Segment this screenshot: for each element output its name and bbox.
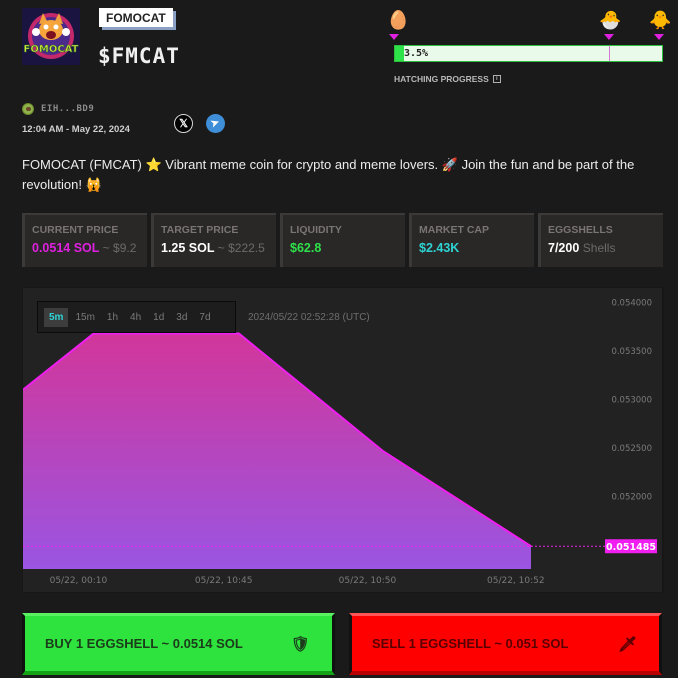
stat-value: 0.0514 SOL ~ $9.2 xyxy=(32,241,137,255)
creator-avatar-icon xyxy=(22,103,34,115)
y-tick-label: 0.054000 xyxy=(611,299,652,309)
timeframe-15m[interactable]: 15m xyxy=(70,308,99,327)
created-timestamp: 12:04 AM - May 22, 2024 xyxy=(22,124,130,135)
y-tick-label: 0.052000 xyxy=(611,492,652,502)
egg-stage-icon: 🥚 xyxy=(387,10,410,30)
hatching-progress-text: 3.5% xyxy=(404,48,429,59)
timeframe-1d[interactable]: 1d xyxy=(148,308,169,327)
x-link-button[interactable]: 𝕏 xyxy=(174,114,193,133)
stat-label: MARKET CAP xyxy=(419,224,489,236)
stat-value: $2.43K xyxy=(419,241,460,255)
buy-eggshell-button[interactable]: BUY 1 EGGSHELL ~ 0.0514 SOL 🛡 xyxy=(22,613,335,675)
stat-label: LIQUIDITY xyxy=(290,224,342,236)
stat-target-price: TARGET PRICE 1.25 SOL ~ $222.5 xyxy=(151,213,276,267)
stat-market-cap: MARKET CAP $2.43K xyxy=(409,213,534,267)
token-logo: FOMOCAT xyxy=(22,8,80,65)
hatching-stage-marker xyxy=(604,34,614,40)
price-chart[interactable]: 0.051485 0.054000 0.053500 0.053000 0.052500… xyxy=(23,288,664,594)
price-chart-panel: 0.051485 0.054000 0.053500 0.053000 0.052500… xyxy=(22,287,664,594)
stats-row: CURRENT PRICE 0.0514 SOL ~ $9.2 TARGET P… xyxy=(22,213,663,267)
y-tick-label: 0.053500 xyxy=(611,347,652,357)
x-tick-label: 05/22, 10:50 xyxy=(339,576,397,586)
hatching-stage-divider xyxy=(609,46,610,61)
chick-stage-marker xyxy=(654,34,664,40)
y-tick-label: 0.052500 xyxy=(611,444,652,454)
token-ticker: $FMCAT xyxy=(98,44,180,68)
shield-icon: 🛡 xyxy=(290,635,310,653)
timeframe-5m[interactable]: 5m xyxy=(44,307,69,327)
x-tick-label: 05/22, 00:10 xyxy=(50,576,108,586)
stat-value: 7/200 Shells xyxy=(548,241,616,255)
stat-label: TARGET PRICE xyxy=(161,224,239,236)
creator-info[interactable]: EIH...BD9 xyxy=(22,103,94,115)
stat-label: CURRENT PRICE xyxy=(32,224,119,236)
x-logo-icon: 𝕏 xyxy=(179,118,188,130)
timeframe-4h[interactable]: 4h xyxy=(125,308,146,327)
token-name-badge: FOMOCAT xyxy=(99,8,173,27)
token-description: FOMOCAT (FMCAT) ⭐ Vibrant meme coin for … xyxy=(22,157,635,192)
hatching-progress-fill xyxy=(395,46,405,61)
chart-timestamp: 2024/05/22 02:52:28 (UTC) xyxy=(248,312,370,323)
hatching-progress-bar: 3.5% xyxy=(394,45,663,62)
last-price-label: 0.051485 xyxy=(606,542,656,553)
chick-stage-icon: 🐥 xyxy=(649,10,672,30)
logo-text: FOMOCAT xyxy=(24,44,79,55)
cat-logo-icon: FOMOCAT xyxy=(22,8,80,65)
egg-stage-marker xyxy=(389,34,399,40)
info-icon[interactable]: i xyxy=(492,75,501,83)
stat-value: $62.8 xyxy=(290,241,322,255)
x-tick-label: 05/22, 10:52 xyxy=(487,576,545,586)
stat-current-price: CURRENT PRICE 0.0514 SOL ~ $9.2 xyxy=(22,213,147,267)
sell-button-label: SELL 1 EGGSHELL ~ 0.051 SOL xyxy=(372,636,569,651)
buy-button-label: BUY 1 EGGSHELL ~ 0.0514 SOL xyxy=(45,636,243,651)
price-area-fill xyxy=(23,333,531,569)
stat-label: EGGSHELLS xyxy=(548,224,613,236)
telegram-link-button[interactable]: ➤ xyxy=(206,114,225,133)
hatching-chick-stage-icon: 🐣 xyxy=(599,10,622,30)
timeframe-selector: 5m 15m 1h 4h 1d 3d 7d xyxy=(37,301,236,333)
timeframe-1h[interactable]: 1h xyxy=(102,308,123,327)
stat-value: 1.25 SOL ~ $222.5 xyxy=(161,241,265,255)
stat-liquidity: LIQUIDITY $62.8 xyxy=(280,213,405,267)
hatching-progress-label: HATCHING PROGRESS i xyxy=(394,74,501,84)
sword-icon: 🗡 xyxy=(617,635,637,653)
creator-address[interactable]: EIH...BD9 xyxy=(41,104,94,114)
timeframe-3d[interactable]: 3d xyxy=(171,308,192,327)
sell-eggshell-button[interactable]: SELL 1 EGGSHELL ~ 0.051 SOL 🗡 xyxy=(349,613,662,675)
y-tick-label: 0.053000 xyxy=(611,395,652,405)
telegram-icon: ➤ xyxy=(209,116,222,131)
hatching-label-text: HATCHING PROGRESS xyxy=(394,74,489,84)
hatching-progress: 🥚 🐣 🐥 3.5% HATCHING PROGRESS i xyxy=(387,8,671,98)
stat-eggshells: EGGSHELLS 7/200 Shells xyxy=(538,213,663,267)
timeframe-7d[interactable]: 7d xyxy=(194,308,215,327)
x-tick-label: 05/22, 10:45 xyxy=(195,576,253,586)
